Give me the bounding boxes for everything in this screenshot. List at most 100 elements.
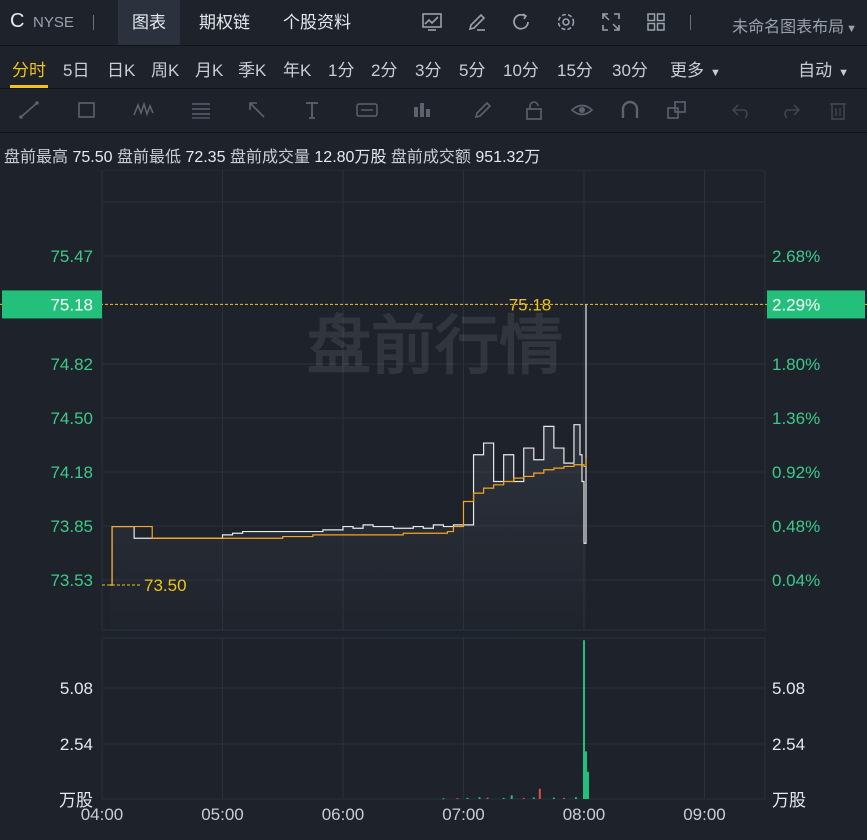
volume-tick-right: 2.54: [772, 735, 805, 754]
grid: [101, 170, 766, 800]
volume-bar: [486, 797, 489, 799]
refresh-icon[interactable]: [510, 11, 532, 33]
y-pct-tick: 1.36%: [772, 409, 820, 428]
tab-chart-label: 图表: [132, 13, 166, 32]
prev-close-label: 73.50: [144, 576, 187, 595]
tab-options-chain[interactable]: 期权链: [185, 0, 264, 45]
divider: [690, 15, 691, 30]
fibonacci-tool-icon[interactable]: [189, 99, 213, 121]
stat-high-value: 75.50: [72, 149, 113, 166]
period-3min[interactable]: 3分: [415, 56, 441, 81]
stat-volume-label: 盘前成交量: [229, 149, 310, 166]
caret-down-icon: ▼: [838, 67, 849, 79]
rectangle-tool-icon[interactable]: [75, 99, 99, 121]
volume-bar: [466, 797, 469, 799]
intraday-chart[interactable]: 盘前行情 04:00 05:00 06:00 07:00 08:00 09:0075.47…: [0, 170, 867, 840]
period-10min[interactable]: 10分: [503, 56, 539, 81]
volume-unit-right: 万股: [772, 791, 806, 810]
auto-selector[interactable]: 自动 ▼: [798, 56, 849, 81]
volume-tick-right: 5.08: [772, 679, 805, 698]
y-price-tick: 73.53: [50, 571, 93, 590]
volume-bar: [522, 797, 525, 799]
stat-amount-label: 盘前成交额: [390, 149, 471, 166]
period-5day[interactable]: 5日: [63, 56, 89, 81]
period-5min[interactable]: 5分: [459, 56, 485, 81]
stat-low-value: 72.35: [185, 149, 226, 166]
y-price-tick: 74.82: [50, 355, 93, 374]
period-month-k[interactable]: 月K: [195, 56, 223, 81]
current-price-marker: 75.18: [509, 295, 552, 314]
stat-amount-value: 951.32万: [475, 149, 541, 166]
volume-bar: [456, 798, 459, 800]
period-quarter-k[interactable]: 季K: [238, 56, 266, 81]
volume-bar: [552, 797, 555, 799]
period-1min[interactable]: 1分: [328, 56, 354, 81]
trendline-tool-icon[interactable]: [18, 99, 42, 121]
premarket-stats: 盘前最高 75.50 盘前最低 72.35 盘前成交量 12.80万股 盘前成交…: [4, 143, 540, 167]
volume-bar: [442, 798, 445, 800]
fullscreen-icon[interactable]: [600, 11, 622, 33]
bar-pattern-tool-icon[interactable]: [410, 99, 434, 121]
trash-icon[interactable]: [826, 99, 850, 121]
arrow-tool-icon[interactable]: [245, 99, 269, 121]
label-tool-icon[interactable]: [355, 99, 379, 121]
volume-tick-left: 5.08: [60, 679, 93, 698]
period-2min[interactable]: 2分: [371, 56, 397, 81]
pen-tool-icon[interactable]: [472, 99, 496, 121]
period-day-k[interactable]: 日K: [107, 56, 135, 81]
layout-selector[interactable]: 未命名图表布局 ▼: [732, 13, 857, 37]
y-price-tick: 75.47: [50, 247, 93, 266]
current-pct-badge-label: 2.29%: [772, 295, 820, 314]
auto-label: 自动: [798, 61, 833, 80]
volume-bar: [583, 640, 585, 799]
volume-bar: [574, 797, 577, 799]
stat-volume-value: 12.80万股: [314, 149, 387, 166]
lock-icon[interactable]: [522, 99, 546, 121]
magnet-icon[interactable]: [618, 99, 642, 121]
volume-bar: [587, 771, 590, 799]
draw-icon[interactable]: [466, 11, 488, 33]
volume-bar: [502, 797, 505, 799]
undo-icon[interactable]: [730, 99, 754, 121]
top-bar: C NYSE 图表 期权链 个股资料 未命名图表布局 ▼: [0, 0, 867, 46]
indicator-icon[interactable]: [421, 11, 443, 33]
volume-tick-left: 2.54: [60, 735, 93, 754]
period-more-label: 更多: [670, 61, 704, 80]
y-pct-tick: 1.80%: [772, 355, 820, 374]
wave-tool-icon[interactable]: [132, 99, 156, 121]
layers-icon[interactable]: [665, 99, 689, 121]
settings-icon[interactable]: [555, 11, 577, 33]
caret-down-icon: ▼: [710, 67, 721, 79]
period-intraday[interactable]: 分时: [12, 56, 46, 81]
tab-chart[interactable]: 图表: [118, 0, 180, 45]
volume-bar: [538, 788, 541, 799]
exchange-label: NYSE: [33, 14, 74, 31]
y-pct-tick: 0.04%: [772, 571, 820, 590]
x-tick-label: 08:00: [563, 805, 606, 824]
grid-layout-icon[interactable]: [645, 11, 667, 33]
volume-bar: [562, 797, 565, 799]
y-price-tick: 73.85: [50, 517, 93, 536]
text-tool-icon[interactable]: [300, 99, 324, 121]
ticker-symbol[interactable]: C: [10, 10, 24, 33]
stat-high-label: 盘前最高: [4, 149, 69, 166]
stat-low-label: 盘前最低: [116, 149, 181, 166]
layout-name: 未命名图表布局: [732, 19, 845, 36]
active-period-underline: [10, 85, 48, 88]
y-price-tick: 74.18: [50, 463, 93, 482]
period-more[interactable]: 更多 ▼: [670, 56, 721, 81]
tab-profile[interactable]: 个股资料: [269, 0, 365, 45]
period-15min[interactable]: 15分: [557, 56, 593, 81]
watermark: 盘前行情: [307, 310, 563, 382]
eye-icon[interactable]: [570, 99, 594, 121]
volume-bar: [510, 795, 513, 799]
tab-profile-label: 个股资料: [283, 13, 351, 32]
current-price-badge-label: 75.18: [50, 295, 93, 314]
period-30min[interactable]: 30分: [612, 56, 648, 81]
redo-icon[interactable]: [778, 99, 802, 121]
period-week-k[interactable]: 周K: [151, 56, 179, 81]
volume-panel-frame: [101, 637, 766, 800]
divider: [93, 15, 94, 30]
period-year-k[interactable]: 年K: [283, 56, 311, 81]
y-price-tick: 74.50: [50, 409, 93, 428]
